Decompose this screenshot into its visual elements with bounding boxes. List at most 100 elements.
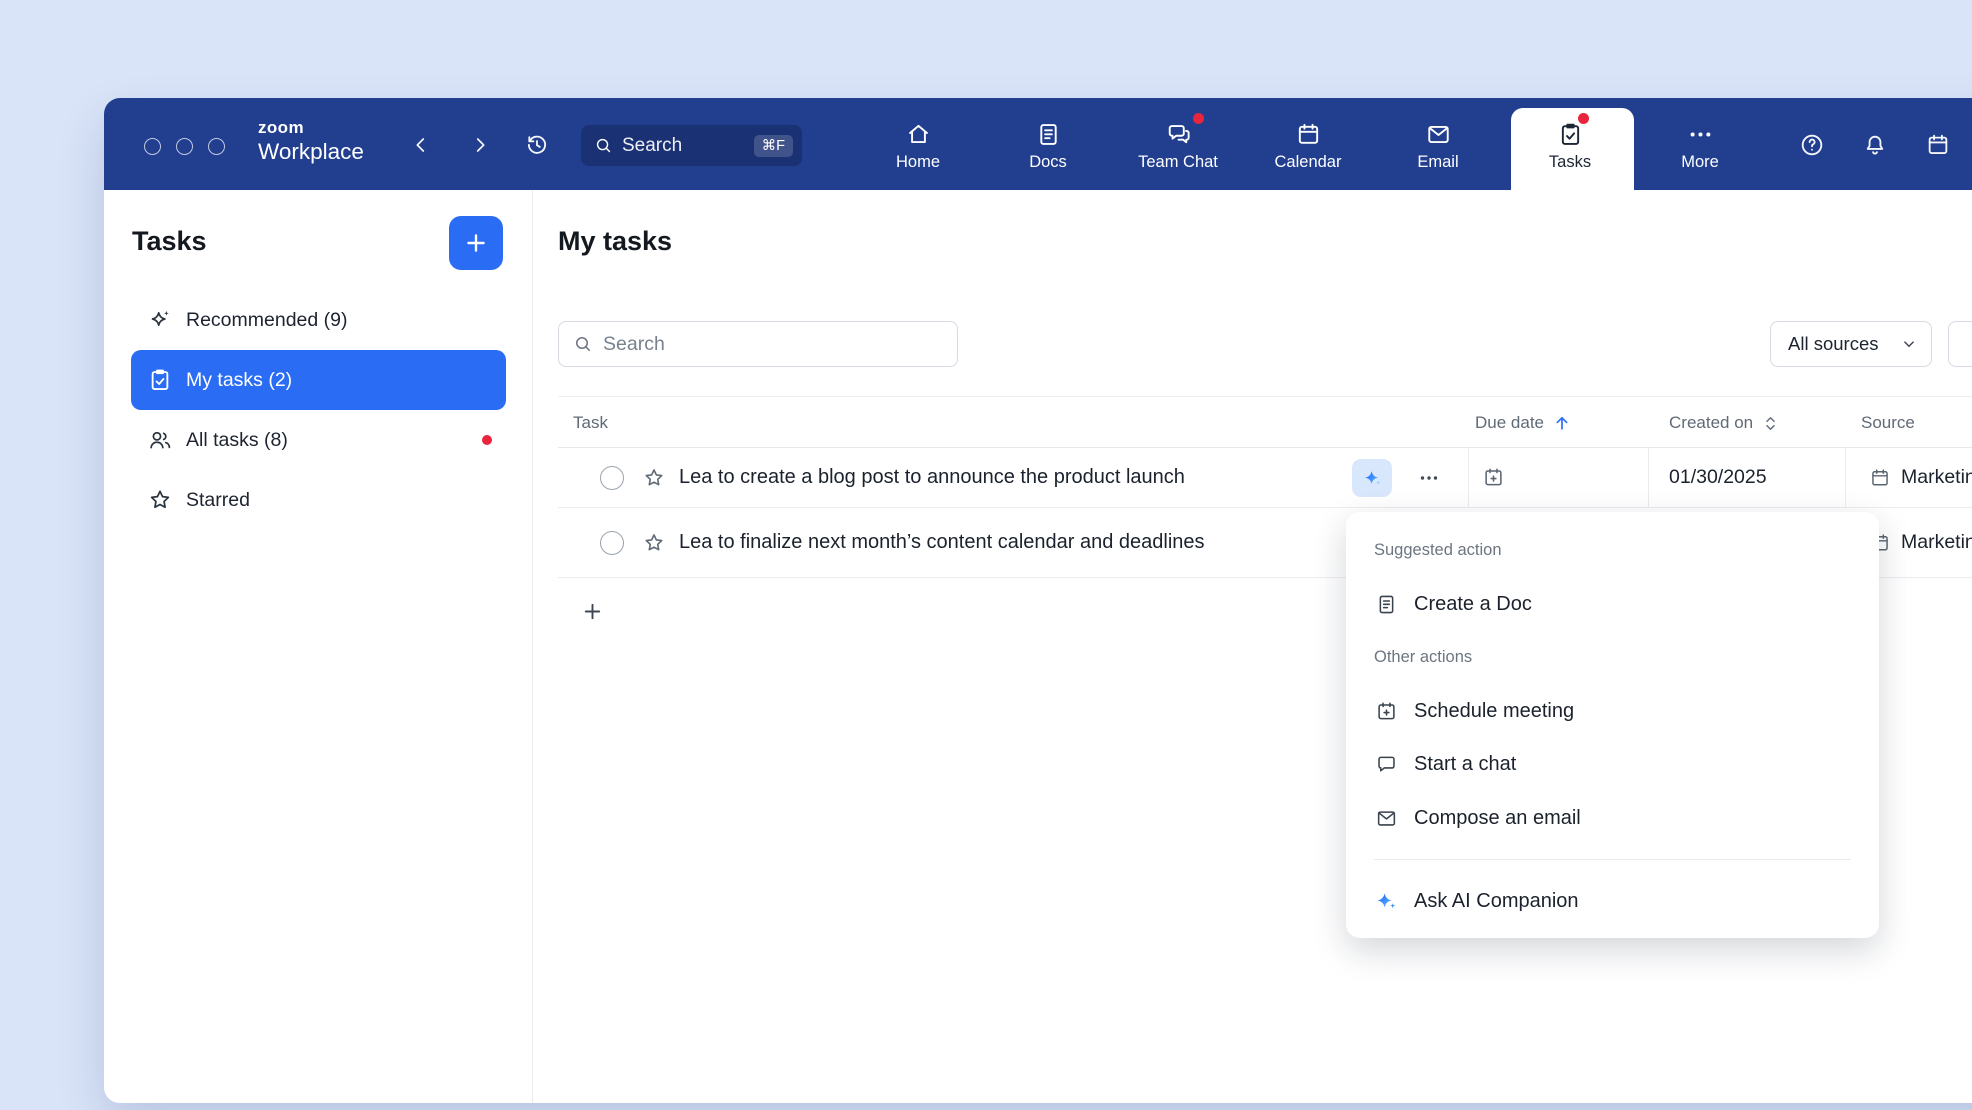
back-button[interactable]	[403, 127, 439, 163]
nav-calendar[interactable]: Calendar	[1250, 120, 1366, 182]
sidebar-item-starred[interactable]: Starred	[131, 470, 506, 530]
task-source: Marketing	[1901, 508, 1972, 577]
calendar-plus-icon	[1374, 700, 1398, 723]
task-title: Lea to create a blog post to announce th…	[679, 448, 1185, 507]
help-icon	[1799, 132, 1825, 158]
sidebar: Tasks Recommended (9) My tasks (2) All t…	[104, 190, 533, 1103]
nav-home-label: Home	[896, 153, 940, 172]
forward-button[interactable]	[462, 127, 498, 163]
nav-docs-label: Docs	[1029, 153, 1067, 172]
table-header: Task Due date Created on Source	[558, 396, 1972, 448]
task-created-on: 01/30/2025	[1669, 448, 1767, 507]
nav-home[interactable]: Home	[860, 120, 976, 182]
email-icon	[1425, 120, 1452, 148]
task-complete-checkbox[interactable]	[600, 466, 624, 490]
sidebar-item-label: Recommended (9)	[186, 309, 347, 332]
window-control-maximize[interactable]	[208, 138, 225, 155]
menu-section-label: Other actions	[1374, 645, 1472, 669]
task-list-icon	[147, 367, 173, 393]
nav-email[interactable]: Email	[1380, 120, 1496, 182]
search-icon	[594, 136, 613, 155]
nav-email-label: Email	[1417, 153, 1458, 172]
menu-item-create-doc[interactable]: Create a Doc	[1374, 582, 1851, 626]
column-due-date-label: Due date	[1475, 413, 1544, 433]
home-icon	[905, 120, 932, 148]
email-icon	[1374, 807, 1398, 830]
task-complete-checkbox[interactable]	[600, 531, 624, 555]
nav-tasks[interactable]: Tasks	[1512, 120, 1628, 182]
chevron-down-icon	[1900, 335, 1918, 353]
cell-divider	[1468, 448, 1469, 507]
nav-team-chat-label: Team Chat	[1138, 153, 1218, 172]
sidebar-title: Tasks	[132, 226, 207, 257]
window-control-close[interactable]	[144, 138, 161, 155]
sort-both-icon	[1761, 414, 1780, 433]
plus-icon	[581, 600, 604, 623]
sidebar-item-label: All tasks (8)	[186, 429, 288, 452]
sidebar-list: Recommended (9) My tasks (2) All tasks (…	[131, 290, 506, 530]
topbar: zoom Workplace ⌘F Home Docs Team Ch	[104, 98, 1972, 190]
menu-item-schedule-meeting[interactable]: Schedule meeting	[1374, 689, 1851, 733]
cell-divider	[1845, 448, 1846, 507]
add-task-row-button[interactable]	[577, 596, 607, 626]
window-control-minimize[interactable]	[176, 138, 193, 155]
overflow-filter-button[interactable]	[1948, 321, 1972, 367]
sidebar-item-all-tasks[interactable]: All tasks (8)	[131, 410, 506, 470]
schedule-button[interactable]	[1920, 127, 1956, 163]
source-calendar-icon	[1869, 467, 1891, 489]
help-button[interactable]	[1794, 127, 1830, 163]
ai-sparkle-icon	[1362, 468, 1383, 489]
page-title: My tasks	[558, 226, 672, 257]
nav-more[interactable]: More	[1642, 120, 1758, 182]
chat-bubble-icon	[1374, 753, 1398, 776]
menu-divider	[1374, 859, 1851, 860]
column-task[interactable]: Task	[573, 397, 608, 449]
column-created-on[interactable]: Created on	[1669, 397, 1780, 449]
column-created-on-label: Created on	[1669, 413, 1753, 433]
menu-item-label: Start a chat	[1414, 753, 1516, 776]
nav-team-chat[interactable]: Team Chat	[1120, 120, 1236, 182]
menu-item-label: Ask AI Companion	[1414, 890, 1579, 913]
task-title: Lea to finalize next month’s content cal…	[679, 508, 1205, 577]
ai-companion-button[interactable]	[1352, 459, 1392, 497]
menu-section-label: Suggested action	[1374, 538, 1502, 562]
sources-filter-button[interactable]: All sources	[1770, 321, 1932, 367]
menu-item-compose-email[interactable]: Compose an email	[1374, 796, 1851, 840]
cell-divider	[1648, 448, 1649, 507]
ai-actions-menu: Suggested action Create a Doc Other acti…	[1346, 512, 1879, 938]
nav-docs[interactable]: Docs	[990, 120, 1106, 182]
task-row[interactable]: Lea to create a blog post to announce th…	[558, 448, 1972, 508]
chevron-right-icon	[469, 134, 491, 156]
docs-icon	[1035, 120, 1062, 148]
history-button[interactable]	[519, 127, 555, 163]
set-due-date-icon[interactable]	[1482, 466, 1505, 489]
menu-item-start-chat[interactable]: Start a chat	[1374, 742, 1851, 786]
star-icon[interactable]	[642, 531, 666, 555]
sort-ascending-icon	[1552, 413, 1572, 433]
all-tasks-notification-dot	[482, 435, 492, 445]
column-source[interactable]: Source	[1861, 397, 1915, 449]
star-icon	[147, 487, 173, 513]
app-brand: zoom Workplace	[258, 119, 364, 164]
sources-filter-label: All sources	[1788, 333, 1878, 355]
new-task-button[interactable]	[449, 216, 503, 270]
task-search[interactable]	[558, 321, 958, 367]
history-icon	[524, 132, 550, 158]
column-source-label: Source	[1861, 413, 1915, 433]
notifications-button[interactable]	[1857, 127, 1893, 163]
ellipsis-icon	[1417, 466, 1441, 490]
menu-item-ask-ai-companion[interactable]: Ask AI Companion	[1374, 879, 1851, 923]
global-search-input[interactable]	[622, 135, 745, 157]
row-more-button[interactable]	[1410, 460, 1448, 496]
column-task-label: Task	[573, 413, 608, 433]
sidebar-item-recommended[interactable]: Recommended (9)	[131, 290, 506, 350]
column-due-date[interactable]: Due date	[1475, 397, 1572, 449]
sidebar-item-my-tasks[interactable]: My tasks (2)	[131, 350, 506, 410]
bell-icon	[1862, 132, 1888, 158]
star-icon[interactable]	[642, 466, 666, 490]
sidebar-item-label: Starred	[186, 489, 250, 512]
global-search[interactable]: ⌘F	[581, 125, 802, 166]
team-chat-icon	[1165, 120, 1192, 148]
task-search-input[interactable]	[603, 333, 943, 356]
more-icon	[1687, 120, 1714, 148]
